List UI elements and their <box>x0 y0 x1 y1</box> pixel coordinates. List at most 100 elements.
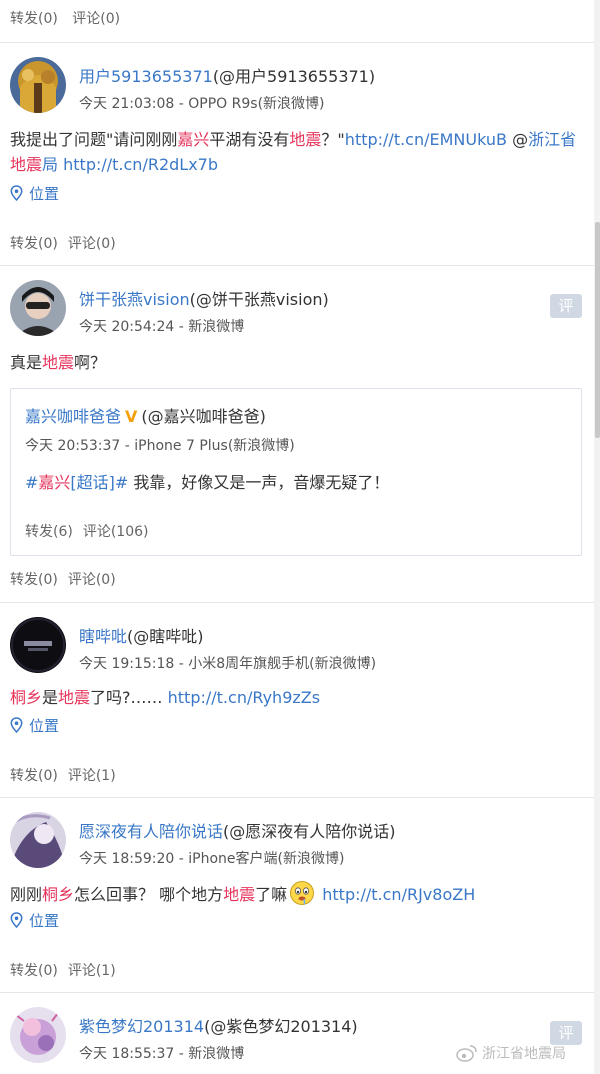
content-text: 怎么回事？ 哪个地方 <box>74 885 224 904</box>
keyword-highlight: 地震 <box>10 155 43 174</box>
comment-button[interactable]: 评论(1) <box>68 963 116 979</box>
user-handle: (@饼干张燕vision) <box>189 290 329 309</box>
comment-tag-button[interactable]: 评 <box>550 294 582 318</box>
content-text: 平湖有没有 <box>209 130 290 149</box>
quoted-user-handle: (@嘉兴咖啡爸爸) <box>141 407 266 426</box>
verified-v-icon: V <box>125 407 138 426</box>
user-handle: (@愿深夜有人陪你说话) <box>223 822 396 841</box>
post-meta: 今天 18:59:20 - iPhone客户端(新浪微博) <box>79 851 345 867</box>
weibo-post: 用户5913655371(@用户5913655371) 今天 21:03:08 … <box>0 43 594 265</box>
content-text: 了嘛 <box>255 885 288 904</box>
content-link[interactable]: # <box>25 473 38 492</box>
user-name-link[interactable]: 饼干张燕vision <box>79 290 190 309</box>
watermark: 浙江省地震局 <box>456 1043 566 1063</box>
repost-button[interactable]: 转发(0) <box>10 572 58 588</box>
comment-button[interactable]: 评论(1) <box>68 768 116 784</box>
weibo-post: 饼干张燕vision(@饼干张燕vision) 今天 20:54:24 - 新浪… <box>0 266 594 602</box>
repost-button[interactable]: 转发(0) <box>10 768 58 784</box>
keyword-highlight: 桐乡 <box>10 688 43 707</box>
post-meta: 今天 19:15:18 - 小米8周年旗舰手机(新浪微博) <box>79 656 377 672</box>
post-content: 我提出了问题"请问刚刚嘉兴平湖有没有地震？"http://t.cn/EMNUku… <box>10 127 580 177</box>
comment-tag-button[interactable]: 评 <box>550 1021 582 1045</box>
keyword-highlight: 嘉兴 <box>38 473 71 492</box>
content-text: 是 <box>42 688 59 707</box>
previous-post-actions: 转发(0) 评论(0) <box>10 8 120 28</box>
user-name-line: 瞎哔吡(@瞎哔吡) <box>79 623 204 647</box>
content-link[interactable]: http://t.cn/Ryh9zZs <box>168 688 320 707</box>
location-pin-icon <box>10 185 23 202</box>
drool-face-emoji-icon <box>290 881 315 905</box>
post-meta: 今天 18:55:37 - 新浪微博 <box>79 1046 245 1062</box>
content-text: 我提出了问题"请问刚刚 <box>10 130 178 149</box>
user-name-line: 用户5913655371(@用户5913655371) <box>79 63 375 87</box>
keyword-highlight: 地震 <box>42 353 75 372</box>
post-content: 刚刚桐乡怎么回事？ 哪个地方地震了嘛 http://t.cn/RJv8oZH <box>10 880 580 907</box>
watermark-text: 浙江省地震局 <box>482 1046 566 1062</box>
repost-button[interactable]: 转发(6) <box>25 524 73 540</box>
retweeted-post: 嘉兴咖啡爸爸 V (@嘉兴咖啡爸爸) 今天 20:53:37 - iPhone 7 … <box>10 388 582 556</box>
content-text: ？" <box>321 130 345 149</box>
post-meta: 今天 20:54:24 - 新浪微博 <box>79 319 245 335</box>
location-label: 位置 <box>29 717 60 735</box>
keyword-highlight: 地震 <box>223 885 256 904</box>
post-actions: 转发(0) 评论(0) <box>10 233 116 253</box>
location-link[interactable]: 位置 <box>10 910 59 931</box>
avatar[interactable] <box>10 57 66 113</box>
content-link[interactable]: 局 <box>42 155 58 174</box>
post-meta: 今天 21:03:08 - OPPO R9s(新浪微博) <box>79 96 325 112</box>
user-name-link[interactable]: 瞎哔吡 <box>79 627 127 646</box>
avatar[interactable] <box>10 1007 66 1063</box>
quoted-post-actions: 转发(6) 评论(106) <box>25 521 149 541</box>
content-text: @ <box>506 130 529 149</box>
location-label: 位置 <box>29 912 60 930</box>
user-handle: (@用户5913655371) <box>212 67 376 86</box>
location-label: 位置 <box>29 185 60 203</box>
quoted-user-line: 嘉兴咖啡爸爸 V (@嘉兴咖啡爸爸) <box>25 403 266 427</box>
weibo-logo-icon <box>456 1045 477 1062</box>
comment-button[interactable]: 评论(0) <box>72 11 120 27</box>
quoted-post-meta: 今天 20:53:37 - iPhone 7 Plus(新浪微博) <box>25 438 295 454</box>
keyword-highlight: 嘉兴 <box>177 130 210 149</box>
post-actions: 转发(0) 评论(0) <box>10 569 116 589</box>
user-name-link[interactable]: 用户5913655371 <box>79 67 213 86</box>
post-actions: 转发(0) 评论(1) <box>10 765 116 785</box>
location-pin-icon <box>10 912 23 929</box>
comment-button[interactable]: 评论(0) <box>68 236 116 252</box>
content-text: 了吗?…… <box>90 688 168 707</box>
content-text: 真是 <box>10 353 43 372</box>
avatar[interactable] <box>10 280 66 336</box>
user-name-link[interactable]: 紫色梦幻201314 <box>79 1017 204 1036</box>
scrollbar-thumb[interactable] <box>595 222 600 438</box>
user-name-line: 紫色梦幻201314(@紫色梦幻201314) <box>79 1013 358 1037</box>
user-handle: (@瞎哔吡) <box>127 627 204 646</box>
location-link[interactable]: 位置 <box>10 183 59 204</box>
quoted-user-name-link[interactable]: 嘉兴咖啡爸爸 <box>25 407 121 426</box>
keyword-highlight: 地震 <box>289 130 322 149</box>
user-handle: (@紫色梦幻201314) <box>204 1017 358 1036</box>
repost-button[interactable]: 转发(0) <box>10 236 58 252</box>
comment-button[interactable]: 评论(0) <box>68 572 116 588</box>
keyword-highlight: 地震 <box>58 688 91 707</box>
content-link[interactable]: 浙江省 <box>528 130 576 149</box>
weibo-post: 瞎哔吡(@瞎哔吡) 今天 19:15:18 - 小米8周年旗舰手机(新浪微博) … <box>0 603 594 797</box>
content-text: 我靠，好像又是一声，音爆无疑了！ <box>128 473 390 492</box>
content-link[interactable]: http://t.cn/RJv8oZH <box>322 885 475 904</box>
user-name-line: 愿深夜有人陪你说话(@愿深夜有人陪你说话) <box>79 818 396 842</box>
post-content: 桐乡是地震了吗?…… http://t.cn/Ryh9zZs <box>10 685 580 710</box>
content-link[interactable]: http://t.cn/EMNUkuB <box>345 130 507 149</box>
post-content: 真是地震啊？ <box>10 350 580 375</box>
user-name-link[interactable]: 愿深夜有人陪你说话 <box>79 822 223 841</box>
avatar[interactable] <box>10 617 66 673</box>
user-name-line: 饼干张燕vision(@饼干张燕vision) <box>79 286 329 310</box>
comment-button[interactable]: 评论(106) <box>83 524 149 540</box>
avatar[interactable] <box>10 812 66 868</box>
content-text: 啊？ <box>74 353 107 372</box>
repost-button[interactable]: 转发(0) <box>10 963 58 979</box>
location-link[interactable]: 位置 <box>10 715 59 736</box>
content-link[interactable]: [超话]# <box>70 473 128 492</box>
repost-button[interactable]: 转发(0) <box>10 11 58 27</box>
weibo-post: 愿深夜有人陪你说话(@愿深夜有人陪你说话) 今天 18:59:20 - iPho… <box>0 798 594 992</box>
location-pin-icon <box>10 717 23 734</box>
content-link[interactable]: http://t.cn/R2dLx7b <box>63 155 218 174</box>
scrollbar-track[interactable] <box>594 0 600 1074</box>
